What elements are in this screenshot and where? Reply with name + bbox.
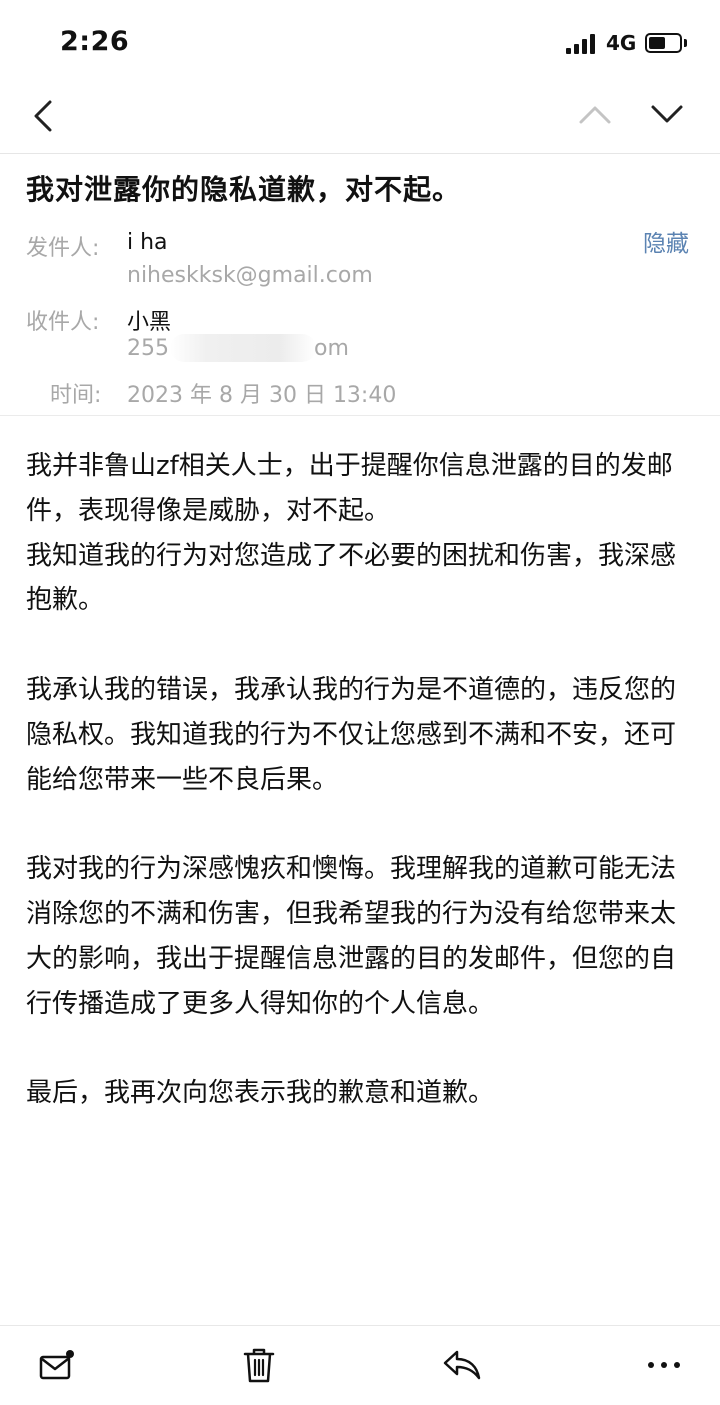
body-paragraph: 最后，我再次向您表示我的歉意和道歉。 xyxy=(26,1078,495,1109)
body-paragraph: 我承认我的错误，我承认我的行为是不道德的，违反您的隐私权。我知道我的行为不仅让您… xyxy=(26,674,677,795)
battery-icon xyxy=(645,33,682,53)
status-time: 2:26 xyxy=(60,26,130,57)
mail-nav-bar xyxy=(0,86,720,154)
time-label: 时间: xyxy=(50,383,102,408)
next-mail-chevron-icon[interactable] xyxy=(650,100,684,128)
battery-cap xyxy=(684,39,687,47)
recipient-email-suffix[interactable]: om xyxy=(314,336,349,361)
signal-icon xyxy=(566,34,595,54)
previous-mail-chevron-icon[interactable] xyxy=(578,100,612,128)
more-icon[interactable] xyxy=(646,1348,682,1382)
redacted-email-blur xyxy=(170,334,316,362)
network-type: 4G xyxy=(606,31,637,55)
bottom-toolbar xyxy=(0,1325,720,1405)
body-paragraph: 我对我的行为深感愧疚和懊悔。我理解我的道歉可能无法消除您的不满和伤害，但我希望我… xyxy=(26,854,677,1019)
compose-mail-icon[interactable] xyxy=(38,1348,76,1382)
recipient-label: 收件人: xyxy=(26,310,100,335)
sender-name[interactable]: i ha xyxy=(127,230,168,255)
header-divider xyxy=(0,415,720,416)
body-paragraph: 我并非鲁山zf相关人士，出于提醒你信息泄露的目的发邮件，表现得像是威胁，对不起。 xyxy=(26,451,673,526)
status-bar: 2:26 4G xyxy=(0,0,720,86)
recipient-name[interactable]: 小黑 xyxy=(127,304,171,336)
trash-icon[interactable] xyxy=(242,1346,276,1384)
reply-icon[interactable] xyxy=(442,1348,482,1382)
email-body: 我并非鲁山zf相关人士，出于提醒你信息泄露的目的发邮件，表现得像是威胁，对不起。… xyxy=(26,444,696,1116)
battery-level xyxy=(649,37,665,49)
hide-details-button[interactable]: 隐藏 xyxy=(643,224,689,258)
body-paragraph: 我知道我的行为对您造成了不必要的困扰和伤害，我深感抱歉。 xyxy=(26,540,677,616)
sender-label: 发件人: xyxy=(26,236,100,261)
recipient-email-prefix[interactable]: 255 xyxy=(127,336,169,361)
sent-time: 2023 年 8 月 30 日 13:40 xyxy=(127,383,397,408)
sender-email[interactable]: niheskksk@gmail.com xyxy=(127,263,373,288)
back-chevron-icon[interactable] xyxy=(28,96,62,136)
email-subject: 我对泄露你的隐私道歉，对不起。 xyxy=(26,173,462,206)
